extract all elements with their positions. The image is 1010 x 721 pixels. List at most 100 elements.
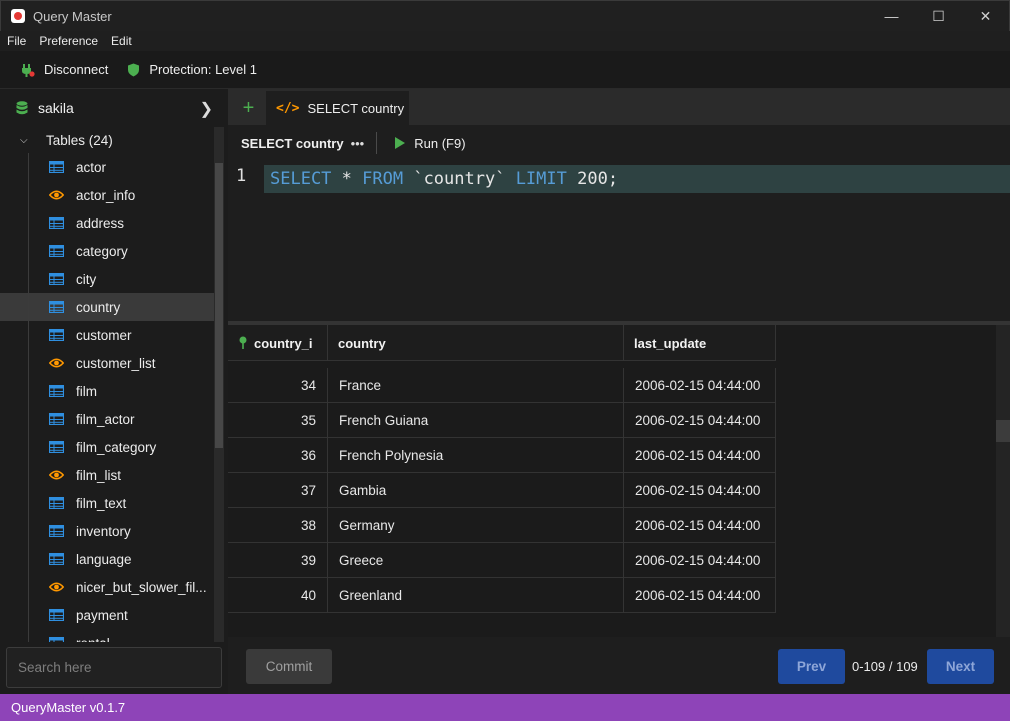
cell-country[interactable]: Greece: [328, 543, 624, 578]
menu-file[interactable]: File: [7, 34, 26, 48]
sidebar-item-city[interactable]: city: [0, 265, 214, 293]
plug-icon: [21, 63, 35, 77]
protection-level-button[interactable]: Protection: Level 1: [126, 62, 257, 77]
tab-select-country[interactable]: </> SELECT country: [266, 91, 409, 125]
cell-last-update[interactable]: 2006-02-15 04:44:00: [624, 438, 776, 473]
disconnect-button[interactable]: Disconnect: [21, 62, 108, 77]
cell-country-id[interactable]: 39: [228, 543, 328, 578]
column-header-last-update[interactable]: last_update: [624, 325, 776, 361]
sidebar-item-address[interactable]: address: [0, 209, 214, 237]
sidebar-item-label: film_list: [76, 467, 122, 483]
sidebar-item-rental[interactable]: rental: [0, 629, 214, 642]
cell-country-id[interactable]: 35: [228, 403, 328, 438]
sidebar-item-film-actor[interactable]: film_actor: [0, 405, 214, 433]
sidebar-item-film-list[interactable]: film_list: [0, 461, 214, 489]
menu-edit[interactable]: Edit: [111, 34, 132, 48]
table-icon: [48, 552, 65, 566]
sql-editor[interactable]: 1 SELECT * FROM `country` LIMIT 200;: [228, 161, 1010, 321]
view-eye-icon: [48, 581, 65, 593]
sidebar-item-label: language: [76, 551, 132, 567]
minimize-button[interactable]: —: [868, 1, 915, 31]
table-row[interactable]: 35 French Guiana 2006-02-15 04:44:00: [228, 403, 776, 438]
cell-country[interactable]: Greenland: [328, 578, 624, 613]
cell-country[interactable]: Gambia: [328, 473, 624, 508]
cell-last-update[interactable]: 2006-02-15 04:44:00: [624, 368, 776, 403]
table-icon: [48, 300, 65, 314]
cell-country-id[interactable]: 38: [228, 508, 328, 543]
app-version: QueryMaster v0.1.7: [11, 700, 126, 715]
table-icon: [48, 272, 65, 286]
menu-preference[interactable]: Preference: [39, 34, 98, 48]
table-row[interactable]: 36 French Polynesia 2006-02-15 04:44:00: [228, 438, 776, 473]
next-button[interactable]: Next: [927, 649, 994, 684]
sidebar-item-actor[interactable]: actor: [0, 153, 214, 181]
cell-country[interactable]: French Guiana: [328, 403, 624, 438]
sidebar-item-label: payment: [76, 607, 128, 623]
run-button[interactable]: Run (F9): [395, 136, 466, 151]
sidebar-item-customer-list[interactable]: customer_list: [0, 349, 214, 377]
cell-last-update[interactable]: 2006-02-15 04:44:00: [624, 403, 776, 438]
table-icon: [48, 496, 65, 510]
sidebar-item-film-text[interactable]: film_text: [0, 489, 214, 517]
database-name: sakila: [38, 100, 74, 116]
commit-button[interactable]: Commit: [246, 649, 332, 684]
view-eye-icon: [48, 357, 65, 369]
table-row[interactable]: 38 Germany 2006-02-15 04:44:00: [228, 508, 776, 543]
menu-bar: File Preference Edit: [0, 31, 1010, 51]
table-row[interactable]: 39 Greece 2006-02-15 04:44:00: [228, 543, 776, 578]
main-panel: + </> SELECT country SELECT country ••• …: [228, 89, 1010, 694]
sidebar-item-label: nicer_but_slower_fil...: [76, 579, 207, 595]
cell-country-id[interactable]: 37: [228, 473, 328, 508]
cell-last-update[interactable]: 2006-02-15 04:44:00: [624, 543, 776, 578]
sidebar-item-payment[interactable]: payment: [0, 601, 214, 629]
cell-last-update[interactable]: 2006-02-15 04:44:00: [624, 578, 776, 613]
sidebar-item-country[interactable]: country: [0, 293, 214, 321]
tab-label: SELECT country: [307, 100, 405, 116]
cell-country[interactable]: Germany: [328, 508, 624, 543]
maximize-button[interactable]: ☐: [915, 1, 962, 31]
more-options-button[interactable]: •••: [351, 136, 365, 151]
cell-last-update[interactable]: 2006-02-15 04:44:00: [624, 473, 776, 508]
view-eye-icon: [48, 469, 65, 481]
scrollbar-thumb[interactable]: [215, 163, 223, 448]
code-line[interactable]: SELECT * FROM `country` LIMIT 200;: [264, 165, 1010, 193]
prev-button[interactable]: Prev: [778, 649, 845, 684]
table-list: actor actor_info address category city countr…: [0, 153, 214, 642]
sidebar-scrollbar[interactable]: [214, 127, 224, 642]
sidebar-item-category[interactable]: category: [0, 237, 214, 265]
database-icon: [15, 101, 29, 115]
cell-country[interactable]: France: [328, 368, 624, 403]
sql-keyword: SELECT: [270, 169, 332, 189]
cell-country-id[interactable]: 36: [228, 438, 328, 473]
database-selector[interactable]: sakila ❯: [0, 89, 228, 127]
sidebar-item-film-category[interactable]: film_category: [0, 433, 214, 461]
sidebar-item-label: category: [76, 243, 128, 259]
cell-country-id[interactable]: 34: [228, 368, 328, 403]
chevron-down-icon: ⌵: [20, 134, 28, 146]
cell-last-update[interactable]: 2006-02-15 04:44:00: [624, 508, 776, 543]
sidebar-item-nicer-but-slower-fil[interactable]: nicer_but_slower_fil...: [0, 573, 214, 601]
sidebar-item-inventory[interactable]: inventory: [0, 517, 214, 545]
grid-scrollbar[interactable]: [996, 325, 1010, 637]
shield-icon: [126, 63, 140, 77]
query-bar: SELECT country ••• Run (F9): [228, 125, 1010, 161]
sidebar-item-language[interactable]: language: [0, 545, 214, 573]
column-header-country[interactable]: country: [328, 325, 624, 361]
sql-text: `country`: [403, 169, 516, 189]
table-row[interactable]: 37 Gambia 2006-02-15 04:44:00: [228, 473, 776, 508]
close-button[interactable]: ✕: [962, 1, 1009, 31]
sidebar-item-customer[interactable]: customer: [0, 321, 214, 349]
table-row[interactable]: 34 France 2006-02-15 04:44:00: [228, 368, 776, 403]
sidebar-item-label: inventory: [76, 523, 131, 539]
search-input[interactable]: [6, 647, 222, 688]
cell-country[interactable]: French Polynesia: [328, 438, 624, 473]
tables-group[interactable]: ⌵ Tables (24): [0, 127, 214, 153]
sidebar-item-film[interactable]: film: [0, 377, 214, 405]
table-row[interactable]: 40 Greenland 2006-02-15 04:44:00: [228, 578, 776, 613]
add-tab-button[interactable]: +: [232, 91, 265, 125]
column-header-country-id[interactable]: country_i: [228, 325, 328, 361]
tab-bar: + </> SELECT country: [228, 89, 1010, 125]
sidebar-item-actor-info[interactable]: actor_info: [0, 181, 214, 209]
cell-country-id[interactable]: 40: [228, 578, 328, 613]
scrollbar-thumb[interactable]: [996, 420, 1010, 442]
